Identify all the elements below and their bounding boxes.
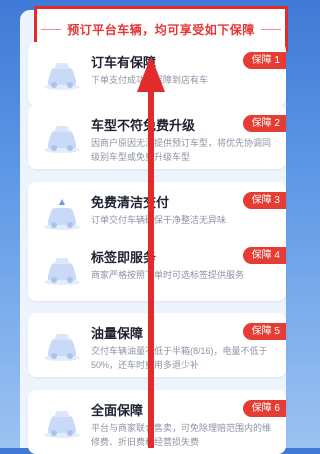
- card-desc: 因商户原因无法提供预订车型，将优先协调同级别车型或免费升级车型: [91, 138, 272, 162]
- card-desc: 交付车辆油量不低于半箱(8/16)，电量不低于50%，还车时费用多退少补: [91, 346, 268, 370]
- banner-right-dash: [260, 28, 281, 30]
- annotation-arrow-up-icon: [137, 56, 165, 448]
- car-upgrade-icon: [44, 126, 80, 153]
- car-shield-icon: [44, 63, 80, 90]
- banner-left-dash: [41, 28, 62, 30]
- guarantee-tag: 保障 5: [242, 323, 286, 340]
- card-desc: 商家严格按照下单时可选标签提供服务: [91, 270, 245, 280]
- guarantee-tag: 保障 2: [242, 115, 286, 132]
- car-fuel-icon: [44, 334, 80, 361]
- guarantee-tag: 保障 3: [242, 192, 286, 209]
- car-clean-icon: [44, 199, 80, 230]
- guarantee-tag: 保障 6: [242, 400, 286, 417]
- banner-title: 预订平台车辆，均可享受如下保障: [67, 22, 255, 37]
- card-desc: 平台与商家联合售卖，可免除理赔范围内的维修费、折旧费和经营损失费: [91, 423, 272, 447]
- guarantee-tag: 保障 4: [242, 247, 286, 264]
- card-desc: 下单支付成功即保障到店有车: [91, 73, 277, 87]
- card-desc: 订单交付车辆确保干净整洁无异味: [91, 215, 227, 225]
- car-insurance-icon: [44, 411, 80, 438]
- car-tag-icon: [44, 258, 80, 285]
- guarantee-tag: 保障 1: [242, 52, 286, 69]
